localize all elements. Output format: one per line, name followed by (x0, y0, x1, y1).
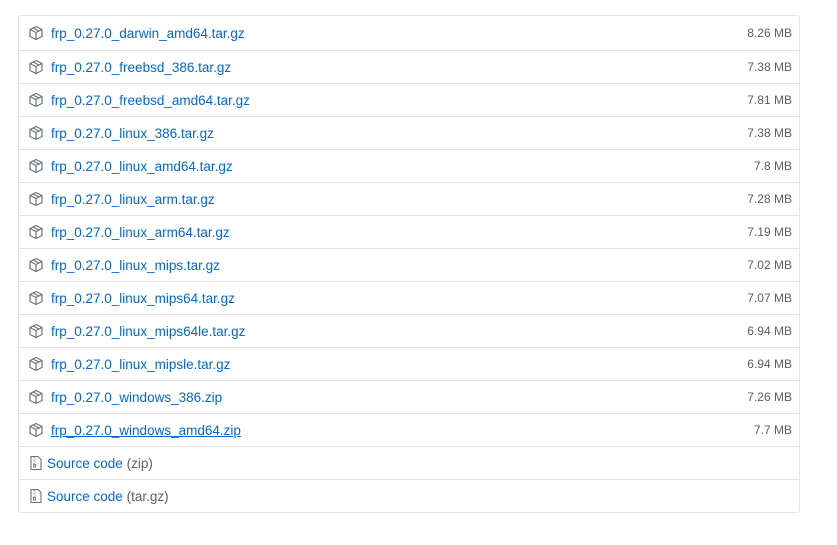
package-icon (28, 389, 44, 405)
asset-size: 8.26 MB (747, 26, 792, 40)
asset-row: frp_0.27.0_linux_mips64le.tar.gz 6.94 MB (19, 314, 799, 347)
asset-size: 7.38 MB (747, 126, 792, 140)
package-icon (28, 224, 44, 240)
release-assets-list: frp_0.27.0_darwin_amd64.tar.gz 8.26 MB f… (18, 15, 800, 513)
asset-link[interactable]: frp_0.27.0_linux_mips64le.tar.gz (51, 324, 245, 339)
package-icon (28, 92, 44, 108)
asset-link[interactable]: frp_0.27.0_linux_386.tar.gz (51, 126, 214, 141)
asset-link[interactable]: frp_0.27.0_linux_mips.tar.gz (51, 258, 220, 273)
asset-row: frp_0.27.0_windows_amd64.zip 7.7 MB (19, 413, 799, 446)
asset-row: frp_0.27.0_linux_386.tar.gz 7.38 MB (19, 116, 799, 149)
asset-size: 7.02 MB (747, 258, 792, 272)
asset-size: 6.94 MB (747, 357, 792, 371)
asset-size: 7.81 MB (747, 93, 792, 107)
package-icon (28, 323, 44, 339)
asset-size: 7.38 MB (747, 60, 792, 74)
asset-row: frp_0.27.0_linux_mipsle.tar.gz 6.94 MB (19, 347, 799, 380)
asset-link[interactable]: frp_0.27.0_freebsd_386.tar.gz (51, 60, 231, 75)
package-icon (28, 125, 44, 141)
asset-row: frp_0.27.0_linux_amd64.tar.gz 7.8 MB (19, 149, 799, 182)
asset-size: 7.26 MB (747, 390, 792, 404)
asset-row: frp_0.27.0_linux_mips64.tar.gz 7.07 MB (19, 281, 799, 314)
source-code-suffix: (tar.gz) (126, 488, 169, 504)
asset-size: 7.19 MB (747, 225, 792, 239)
asset-link[interactable]: frp_0.27.0_linux_arm.tar.gz (51, 192, 215, 207)
asset-size: 7.8 MB (753, 159, 792, 173)
asset-row: frp_0.27.0_freebsd_amd64.tar.gz 7.81 MB (19, 83, 799, 116)
asset-row: frp_0.27.0_windows_386.zip 7.26 MB (19, 380, 799, 413)
asset-row: frp_0.27.0_darwin_amd64.tar.gz 8.26 MB (19, 16, 799, 50)
source-code-suffix: (zip) (126, 455, 153, 471)
asset-link[interactable]: frp_0.27.0_darwin_amd64.tar.gz (51, 26, 245, 41)
asset-row: frp_0.27.0_linux_mips.tar.gz 7.02 MB (19, 248, 799, 281)
file-zip-icon (28, 455, 44, 471)
asset-link[interactable]: frp_0.27.0_linux_amd64.tar.gz (51, 159, 233, 174)
package-icon (28, 158, 44, 174)
asset-link[interactable]: frp_0.27.0_freebsd_amd64.tar.gz (51, 93, 250, 108)
asset-size: 6.94 MB (747, 324, 792, 338)
asset-size: 7.07 MB (747, 291, 792, 305)
source-code-label: Source code (47, 455, 123, 471)
asset-link[interactable]: frp_0.27.0_linux_mipsle.tar.gz (51, 357, 230, 372)
asset-row: frp_0.27.0_linux_arm64.tar.gz 7.19 MB (19, 215, 799, 248)
package-icon (28, 422, 44, 438)
asset-size: 7.28 MB (747, 192, 792, 206)
source-code-label: Source code (47, 488, 123, 504)
package-icon (28, 356, 44, 372)
package-icon (28, 59, 44, 75)
asset-link[interactable]: frp_0.27.0_windows_amd64.zip (51, 423, 241, 438)
asset-row: frp_0.27.0_freebsd_386.tar.gz 7.38 MB (19, 50, 799, 83)
asset-link[interactable]: frp_0.27.0_windows_386.zip (51, 390, 222, 405)
package-icon (28, 257, 44, 273)
file-zip-icon (28, 488, 44, 504)
source-code-row: Source code (tar.gz) (19, 479, 799, 512)
package-icon (28, 290, 44, 306)
package-icon (28, 191, 44, 207)
asset-size: 7.7 MB (753, 423, 792, 437)
source-code-targz-link[interactable]: Source code (tar.gz) (47, 489, 169, 504)
asset-row: frp_0.27.0_linux_arm.tar.gz 7.28 MB (19, 182, 799, 215)
asset-link[interactable]: frp_0.27.0_linux_arm64.tar.gz (51, 225, 230, 240)
source-code-zip-link[interactable]: Source code (zip) (47, 456, 153, 471)
source-code-row: Source code (zip) (19, 446, 799, 479)
asset-link[interactable]: frp_0.27.0_linux_mips64.tar.gz (51, 291, 235, 306)
package-icon (28, 25, 44, 41)
